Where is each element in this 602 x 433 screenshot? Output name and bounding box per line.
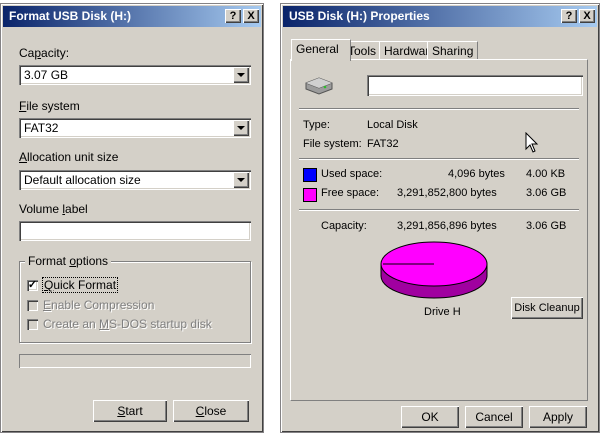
help-button[interactable]: ?	[225, 9, 241, 23]
format-progress-bar	[19, 354, 251, 368]
volume-label-input[interactable]	[19, 221, 251, 241]
properties-dialog: USB Disk (H:) Properties ? X General Too…	[280, 3, 600, 433]
format-dialog-titlebar[interactable]: Format USB Disk (H:) ? X	[3, 6, 261, 27]
msdos-startup-checkbox[interactable]	[27, 319, 38, 330]
capacity-value: 3.07 GB	[24, 68, 69, 82]
free-space-swatch	[303, 188, 317, 202]
chevron-down-icon[interactable]	[233, 172, 249, 188]
format-options-title: Format options	[25, 254, 112, 268]
start-button[interactable]: Start	[93, 400, 167, 422]
format-dialog-title: Format USB Disk (H:)	[9, 9, 132, 23]
free-space-size: 3.06 GB	[526, 187, 567, 199]
capacity-select[interactable]: 3.07 GB	[19, 65, 251, 85]
volume-label: Volume label	[19, 202, 88, 216]
allocation-select[interactable]: Default allocation size	[19, 170, 251, 190]
type-value: Local Disk	[367, 119, 418, 131]
allocation-label: Allocation unit size	[19, 150, 119, 164]
format-dialog: Format USB Disk (H:) ? X Capacity: 3.07 …	[0, 3, 264, 433]
capacity-size: 3.06 GB	[526, 220, 567, 232]
drive-label: Drive H	[424, 306, 461, 318]
filesystem-value: FAT32	[367, 138, 399, 150]
tab-sharing[interactable]: Sharing	[427, 41, 478, 60]
filesystem-value: FAT32	[24, 121, 59, 135]
type-label: Type:	[303, 119, 330, 131]
mouse-cursor-icon	[525, 132, 539, 153]
cancel-button[interactable]: Cancel	[465, 406, 523, 428]
tab-general[interactable]: General	[291, 39, 351, 61]
allocation-value: Default allocation size	[24, 173, 141, 187]
free-space-bytes: 3,291,852,800 bytes	[397, 187, 497, 199]
separator	[299, 209, 579, 211]
enable-compression-checkbox[interactable]	[27, 300, 38, 311]
used-space-size: 4.00 KB	[526, 168, 566, 180]
capacity-label: Capacity:	[19, 46, 70, 60]
used-space-bytes: 4,096 bytes	[448, 168, 505, 180]
used-space-label: Used space:	[321, 168, 383, 180]
chevron-down-icon[interactable]	[233, 120, 249, 136]
close-button[interactable]: Close	[173, 400, 249, 422]
usb-drive-icon	[305, 77, 333, 95]
disk-usage-pie	[380, 241, 488, 299]
close-icon[interactable]: X	[579, 9, 595, 23]
separator	[299, 158, 579, 160]
close-icon[interactable]: X	[243, 9, 259, 23]
enable-compression-label: Enable Compression	[43, 298, 155, 312]
properties-dialog-titlebar[interactable]: USB Disk (H:) Properties ? X	[283, 6, 597, 27]
msdos-startup-label: Create an MS-DOS startup disk	[43, 317, 212, 331]
capacity-bytes: 3,291,856,896 bytes	[397, 220, 497, 232]
quick-format-checkbox[interactable]: ✓	[27, 280, 38, 291]
free-space-label: Free space:	[321, 187, 380, 199]
capacity-label: Capacity:	[321, 220, 367, 232]
quick-format-label[interactable]: Quick Format	[41, 277, 119, 293]
used-space-swatch	[303, 168, 317, 182]
filesystem-select[interactable]: FAT32	[19, 118, 251, 138]
filesystem-label: File system	[19, 99, 80, 113]
disk-cleanup-button[interactable]: Disk Cleanup	[511, 297, 583, 319]
properties-dialog-title: USB Disk (H:) Properties	[289, 9, 430, 23]
help-button[interactable]: ?	[561, 9, 577, 23]
separator	[299, 108, 579, 110]
drive-name-input[interactable]	[367, 75, 583, 96]
ok-button[interactable]: OK	[401, 406, 459, 428]
apply-button[interactable]: Apply	[529, 406, 587, 428]
filesystem-label: File system:	[303, 138, 362, 150]
chevron-down-icon[interactable]	[233, 67, 249, 83]
